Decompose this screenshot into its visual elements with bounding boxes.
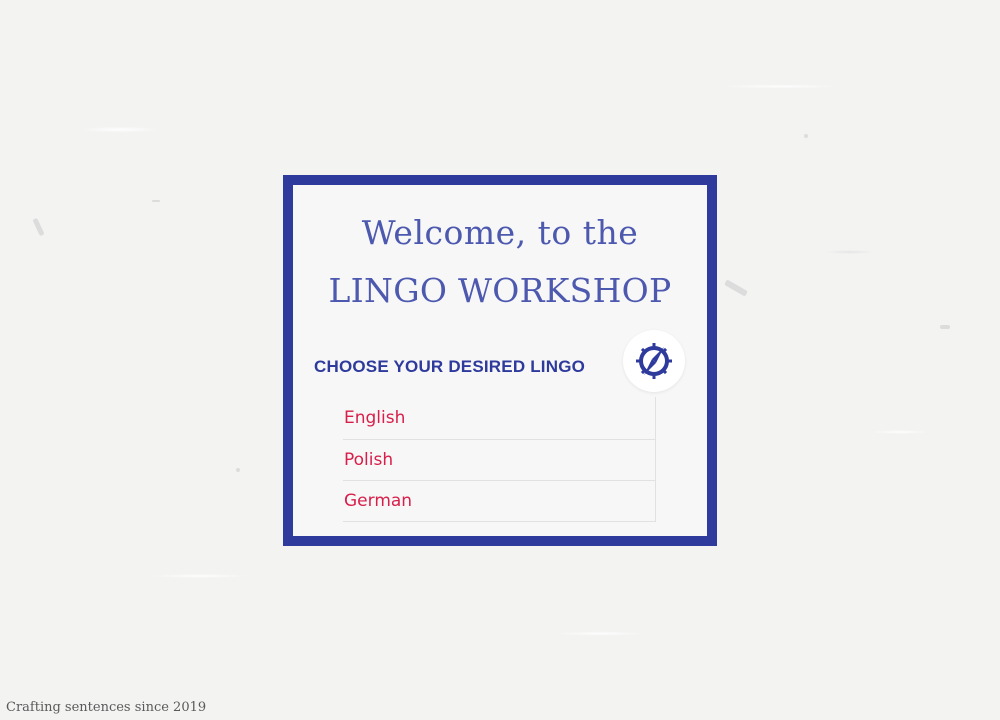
paper-fiber (940, 325, 950, 329)
welcome-heading: Welcome, to the (361, 213, 639, 252)
language-option-german[interactable]: German (343, 481, 655, 522)
language-selection-card: Welcome, to the LINGO WORKSHOP CHOOSE YO… (283, 175, 717, 546)
paper-fiber (236, 468, 240, 472)
footer-tagline: Crafting sentences since 2019 (6, 700, 207, 715)
workshop-title: LINGO WORKSHOP (328, 271, 672, 310)
section-title: CHOOSE YOUR DESIRED LINGO (314, 357, 586, 376)
language-option-english[interactable]: English (343, 397, 655, 440)
paper-fiber (32, 217, 45, 237)
language-list: English Polish German (343, 397, 656, 522)
paper-fiber (804, 134, 808, 138)
language-option-polish[interactable]: Polish (343, 440, 655, 481)
compass-badge (623, 330, 685, 392)
compass-icon (636, 343, 672, 379)
paper-fiber (724, 279, 748, 297)
paper-fiber (152, 200, 160, 202)
